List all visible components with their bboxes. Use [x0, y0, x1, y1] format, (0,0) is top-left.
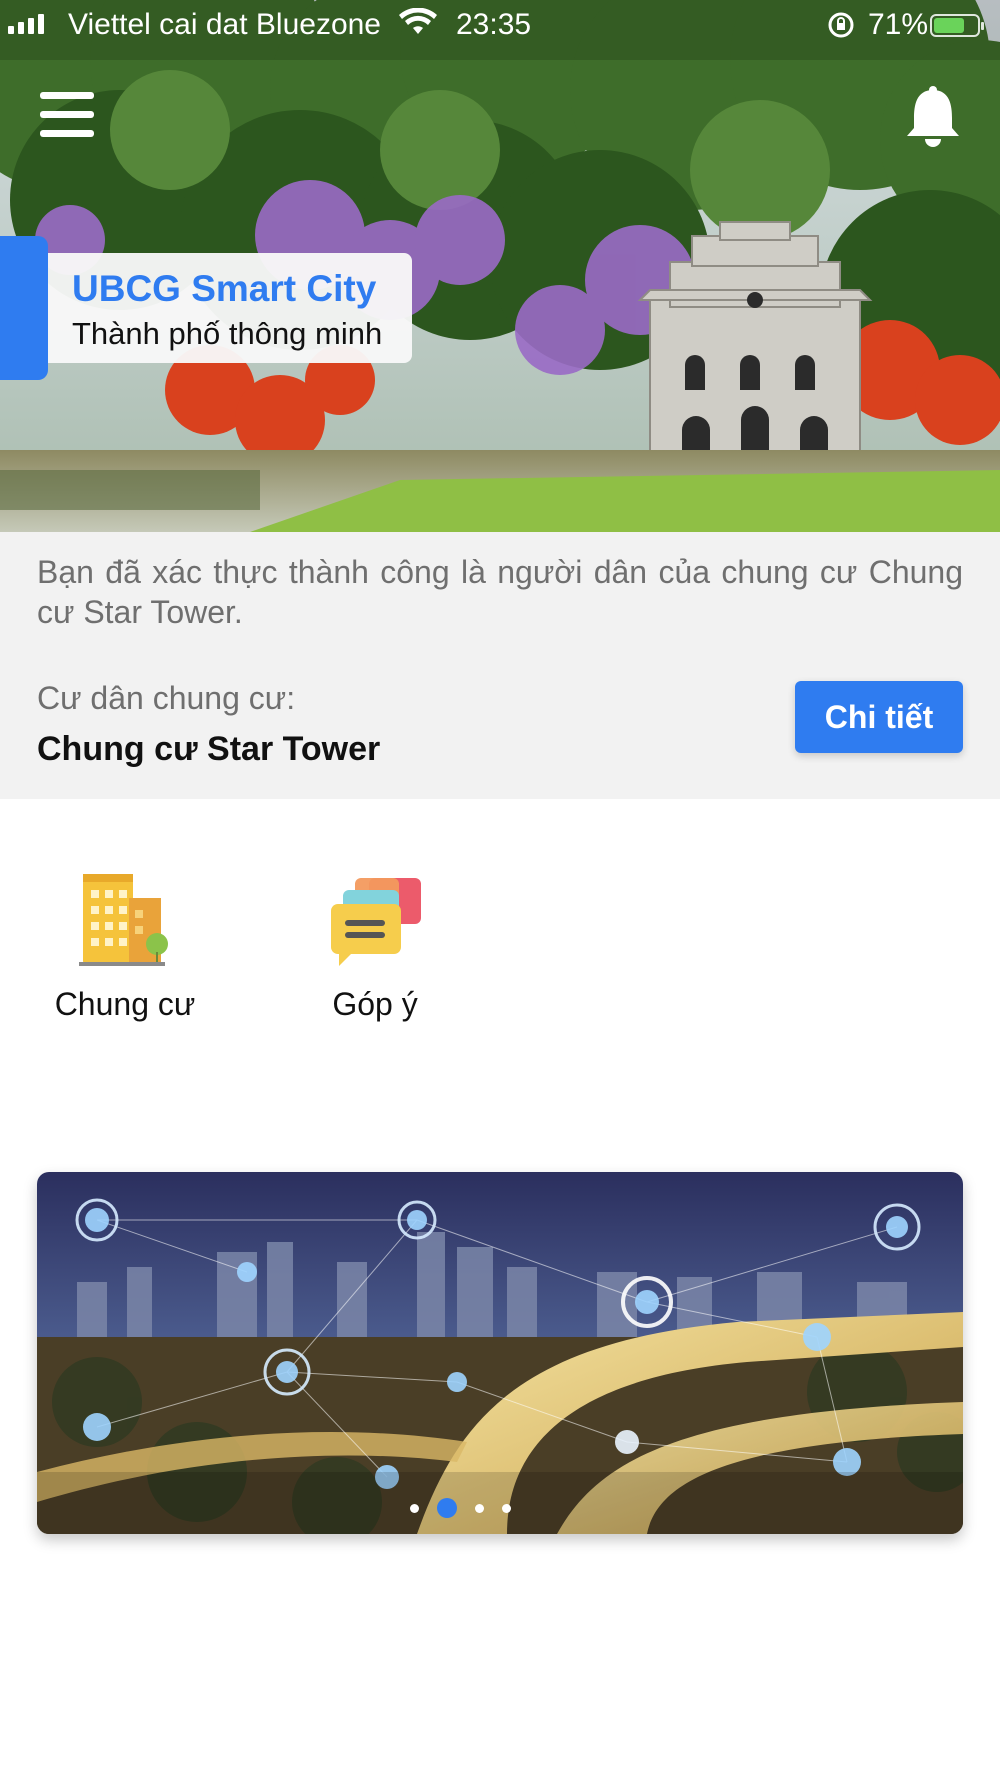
carousel-dot[interactable] [409, 1503, 419, 1513]
apartment-building-icon [79, 874, 168, 966]
orientation-lock-icon [826, 10, 856, 48]
bell-icon[interactable] [904, 84, 962, 148]
clock: 23:35 [456, 8, 532, 41]
battery-percent: 71% [868, 8, 929, 41]
carousel-pagination [37, 1496, 963, 1520]
status-bar: Viettel cai dat Bluezone 23:35 71% [0, 0, 1000, 50]
resident-label: Cư dân chung cư: [37, 680, 296, 716]
feature-label: Chung cư [54, 986, 196, 1022]
smart-city-banner-image [37, 1172, 963, 1534]
verification-message: Bạn đã xác thực thành công là người dân … [37, 554, 963, 630]
carousel-dot[interactable] [501, 1503, 511, 1513]
hamburger-menu-icon[interactable] [40, 92, 94, 138]
hero-banner: Viettel cai dat Bluezone 23:35 71% UBCG … [0, 0, 1000, 532]
brand-card: UBCG Smart City Thành phố thông minh [48, 253, 412, 363]
promo-carousel[interactable] [37, 1172, 963, 1534]
battery-charging-icon [930, 14, 984, 37]
building-name: Chung cư Star Tower [37, 730, 381, 768]
feature-label: Góp ý [332, 986, 418, 1022]
signal-icon [8, 14, 44, 34]
wifi-icon [398, 7, 438, 46]
brand-subtitle: Thành phố thông minh [72, 316, 383, 351]
feedback-chat-icon [331, 878, 421, 966]
detail-button[interactable]: Chi tiết [795, 681, 963, 753]
carousel-dot-active[interactable] [436, 1498, 457, 1518]
verification-panel: Bạn đã xác thực thành công là người dân … [0, 532, 1000, 799]
carousel-dot[interactable] [474, 1503, 484, 1513]
feature-feedback[interactable]: Góp ý [275, 868, 475, 1038]
brand-accent-bar [0, 236, 48, 380]
feature-apartment[interactable]: Chung cư [25, 868, 225, 1038]
carrier-name: Viettel cai dat Bluezone [68, 8, 381, 41]
brand-title: UBCG Smart City [72, 268, 377, 309]
